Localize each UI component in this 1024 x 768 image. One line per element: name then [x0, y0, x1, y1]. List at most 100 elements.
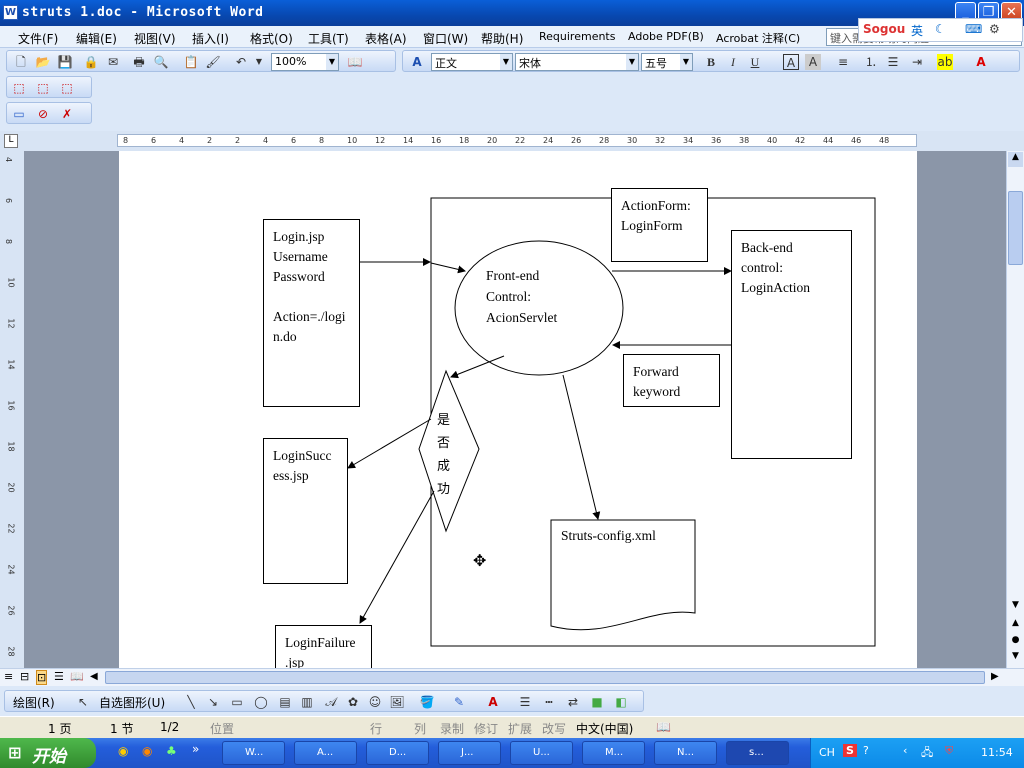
pdf-email-icon[interactable]: ⬚: [35, 80, 51, 96]
start-button[interactable]: ⊞ 开始: [0, 738, 96, 768]
line-color-icon[interactable]: ✎: [451, 694, 467, 710]
vertical-textbox-icon[interactable]: ▥: [299, 694, 315, 710]
tray-security-icon[interactable]: ⛨: [945, 744, 953, 758]
task-w[interactable]: W...: [222, 741, 285, 765]
print-icon[interactable]: 🖶: [131, 54, 147, 70]
quicklaunch-norton-icon[interactable]: ◉: [118, 744, 128, 758]
outline-view-icon[interactable]: ☰: [54, 670, 64, 683]
paste-icon[interactable]: 📋: [183, 54, 199, 70]
reading-view-icon[interactable]: 📖: [70, 670, 84, 683]
shadow-style-icon[interactable]: ■: [589, 694, 605, 710]
3d-style-icon[interactable]: ◧: [613, 694, 629, 710]
line-style-icon[interactable]: ☰: [517, 694, 533, 710]
task-m[interactable]: M...: [582, 741, 645, 765]
scroll-right-button[interactable]: ▶: [991, 671, 999, 682]
fill-color-icon[interactable]: 🪣: [419, 694, 435, 710]
select-objects-icon[interactable]: ↖: [75, 694, 91, 710]
new-doc-icon[interactable]: 🗋: [13, 54, 29, 70]
open-icon[interactable]: 📂: [35, 54, 51, 70]
undo-icon[interactable]: ↶: [233, 54, 249, 70]
pdf-review-icon[interactable]: ⬚: [59, 80, 75, 96]
vertical-scrollbar[interactable]: ▲ ▼ ▲ ● ▼: [1006, 151, 1024, 668]
tools-icon[interactable]: ⚙: [989, 22, 1000, 36]
quicklaunch-more-icon[interactable]: »: [192, 742, 199, 756]
task-d[interactable]: D...: [366, 741, 429, 765]
keyboard-icon[interactable]: ⌨: [965, 22, 982, 36]
menu-insert[interactable]: 插入(I): [192, 30, 229, 47]
menu-view[interactable]: 视图(V): [134, 30, 176, 47]
char-border-icon[interactable]: A: [783, 54, 799, 70]
menu-acrobat-comments[interactable]: Acrobat 注释(C): [716, 30, 800, 46]
status-record[interactable]: 录制: [440, 720, 464, 737]
status-track[interactable]: 修订: [474, 720, 498, 737]
pdf-convert-icon[interactable]: ⬚: [11, 80, 27, 96]
format-painter-icon[interactable]: 🖌: [205, 54, 221, 70]
permission-icon[interactable]: 🔒: [83, 54, 99, 70]
delete-comment-icon[interactable]: ⊘: [35, 106, 51, 122]
disable-comment-icon[interactable]: ✗: [59, 106, 75, 122]
task-a[interactable]: A...: [294, 741, 357, 765]
menu-format[interactable]: 格式(O): [250, 30, 293, 47]
normal-view-icon[interactable]: ≡: [4, 670, 13, 683]
read-mode-icon[interactable]: 📖: [347, 54, 363, 70]
vertical-ruler[interactable]: 4 6 8 10 12 14 16 18 20 22 24 26 28: [0, 151, 24, 668]
char-shading-icon[interactable]: A: [805, 54, 821, 70]
tray-expand-icon[interactable]: ‹: [903, 744, 907, 757]
highlight-icon[interactable]: ab: [937, 54, 953, 70]
spelling-status-icon[interactable]: 📖: [656, 720, 671, 734]
align-justify-icon[interactable]: ≡: [835, 54, 851, 70]
draw-font-color-icon[interactable]: A: [485, 694, 501, 710]
horizontal-scrollbar[interactable]: ≡ ⊟ ⊡ ☰ 📖 ◀ ▶: [0, 668, 1024, 686]
quicklaunch-firefox-icon[interactable]: ◉: [142, 744, 152, 758]
browse-object-button[interactable]: ●: [1008, 635, 1023, 650]
task-word[interactable]: s...: [726, 741, 789, 765]
scroll-up-button[interactable]: ▲: [1008, 152, 1023, 167]
tray-network-icon[interactable]: 🖧: [921, 744, 933, 763]
next-page-button[interactable]: ▼: [1008, 651, 1023, 666]
scroll-thumb[interactable]: [1008, 191, 1023, 265]
menu-window[interactable]: 窗口(W): [423, 30, 468, 47]
print-preview-icon[interactable]: 🔍: [153, 54, 169, 70]
quicklaunch-messenger-icon[interactable]: ♣: [166, 744, 177, 758]
oval-tool-icon[interactable]: ◯: [253, 694, 269, 710]
dash-style-icon[interactable]: ┅: [541, 694, 557, 710]
status-extend[interactable]: 扩展: [508, 720, 532, 737]
italic-button[interactable]: I: [725, 54, 741, 70]
clipart-icon[interactable]: ☺: [367, 694, 383, 710]
menu-requirements[interactable]: Requirements: [539, 30, 615, 43]
menu-tools[interactable]: 工具(T): [308, 30, 349, 47]
styles-icon[interactable]: A: [409, 54, 425, 70]
arrow-style-icon[interactable]: ⇄: [565, 694, 581, 710]
textbox-tool-icon[interactable]: ▤: [277, 694, 293, 710]
web-view-icon[interactable]: ⊟: [20, 670, 29, 683]
line-tool-icon[interactable]: ╲: [183, 694, 199, 710]
horizontal-ruler[interactable]: L 8 6 4 2 2 4 6 8 10 12 14 16 18 20 22 24 26 28 30 32 34 36 38…: [0, 131, 1024, 151]
moon-icon[interactable]: ☾: [935, 22, 946, 36]
font-select[interactable]: 宋体 ▼: [515, 53, 639, 71]
font-color-icon[interactable]: A: [973, 54, 989, 70]
task-j[interactable]: J...: [438, 741, 501, 765]
document-area[interactable]: Login.jsp Username Password Action=./logi n.…: [24, 151, 1006, 668]
document-page[interactable]: Login.jsp Username Password Action=./logi n.…: [119, 151, 917, 668]
zoom-select[interactable]: 100% ▼: [271, 53, 339, 71]
sogou-lang[interactable]: 英: [911, 22, 923, 39]
prev-page-button[interactable]: ▲: [1008, 618, 1023, 633]
tray-sogou-icon[interactable]: S: [843, 744, 857, 757]
tray-lang[interactable]: CH: [819, 746, 835, 759]
menu-help[interactable]: 帮助(H): [481, 30, 523, 47]
task-n[interactable]: N...: [654, 741, 717, 765]
comment-icon[interactable]: ▭: [11, 106, 27, 122]
autoshapes-menu[interactable]: 自选图形(U): [99, 694, 165, 711]
tray-clock[interactable]: 11:54: [981, 746, 1013, 759]
email-icon[interactable]: ✉: [105, 54, 121, 70]
numbering-icon[interactable]: ⒈: [863, 54, 879, 70]
menu-edit[interactable]: 编辑(E): [76, 30, 117, 47]
tab-selector[interactable]: L: [4, 134, 18, 148]
picture-icon[interactable]: 🖼: [389, 694, 405, 710]
task-u[interactable]: U...: [510, 741, 573, 765]
underline-button[interactable]: U: [747, 54, 763, 70]
scroll-down-button[interactable]: ▼: [1008, 600, 1023, 615]
rectangle-tool-icon[interactable]: ▭: [229, 694, 245, 710]
bold-button[interactable]: B: [703, 54, 719, 70]
hscroll-thumb[interactable]: [105, 671, 985, 684]
